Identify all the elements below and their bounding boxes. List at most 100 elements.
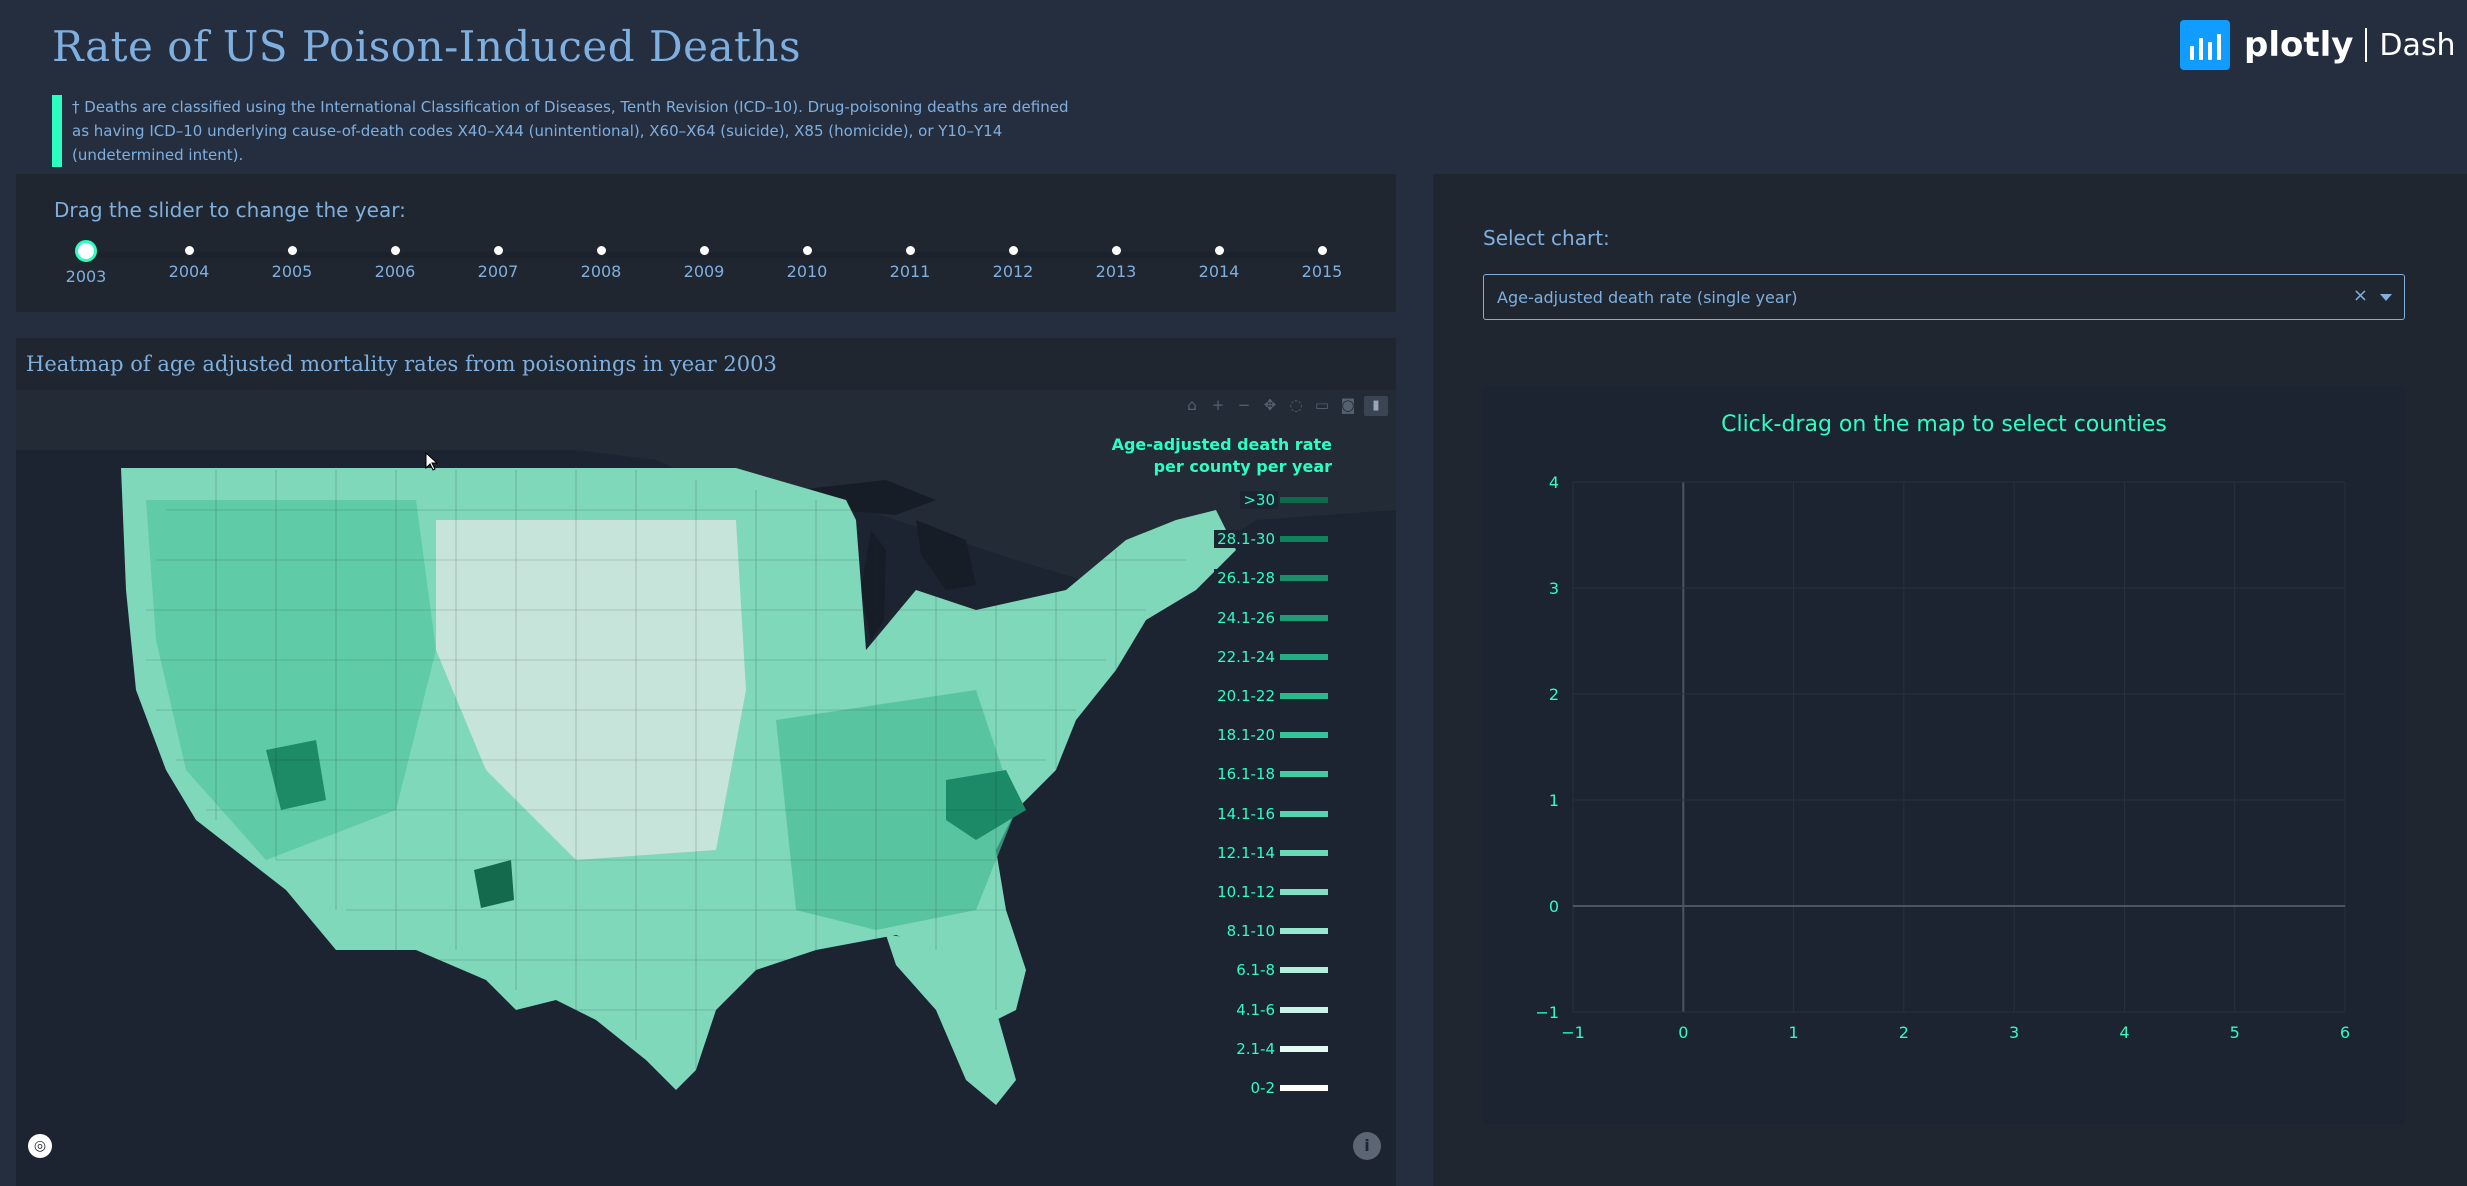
lasso-icon[interactable]: ◌ [1286, 396, 1306, 414]
slider-dot[interactable] [903, 244, 917, 257]
year-mark-2013[interactable]: 2013 [1076, 244, 1156, 281]
legend-item[interactable]: 4.1-6 [1233, 1000, 1328, 1020]
year-mark-2003[interactable]: 2003 [46, 240, 126, 286]
legend-item[interactable]: >30 [1240, 490, 1328, 510]
year-mark-2004[interactable]: 2004 [149, 244, 229, 281]
y-tick-label: 0 [1549, 897, 1559, 916]
legend-swatch [1280, 614, 1328, 621]
chart-select-dropdown[interactable]: Age-adjusted death rate (single year) × [1483, 274, 2405, 320]
year-label[interactable]: 2008 [561, 262, 641, 281]
chevron-down-icon[interactable] [2380, 294, 2392, 301]
legend-swatch [1280, 771, 1328, 778]
legend-label: 22.1-24 [1214, 647, 1278, 666]
legend-swatch [1280, 1045, 1328, 1052]
legend-item[interactable]: 22.1-24 [1214, 647, 1328, 667]
legend-item[interactable]: 24.1-26 [1214, 608, 1328, 628]
slider-dot[interactable] [1109, 244, 1123, 257]
slider-dot[interactable] [1212, 244, 1226, 257]
legend-item[interactable]: 18.1-20 [1214, 725, 1328, 745]
clear-icon[interactable]: × [2353, 285, 2368, 306]
logo-brand-text: plotly [2244, 25, 2354, 65]
y-tick-label: 2 [1549, 685, 1559, 704]
chart-select-value: Age-adjusted death rate (single year) [1497, 288, 1798, 307]
year-label[interactable]: 2009 [664, 262, 744, 281]
plotly-dash-logo[interactable]: plotly Dash [2180, 20, 2456, 70]
legend-item[interactable]: 6.1-8 [1233, 960, 1328, 980]
year-mark-2006[interactable]: 2006 [355, 244, 435, 281]
y-tick-label: 3 [1549, 579, 1559, 598]
pan-icon[interactable]: ✥ [1260, 396, 1280, 414]
year-label[interactable]: 2011 [870, 262, 950, 281]
legend-item[interactable]: 12.1-14 [1214, 843, 1328, 863]
chart-plot-area[interactable]: −1 0 1 2 3 4 5 6 −1 0 1 2 3 4 [1483, 386, 2405, 1124]
legend-label: 12.1-14 [1214, 843, 1278, 862]
year-mark-2011[interactable]: 2011 [870, 244, 950, 281]
logo-divider [2365, 28, 2368, 62]
legend-swatch [1280, 889, 1328, 895]
legend-swatch [1280, 575, 1328, 582]
legend-item[interactable]: 16.1-18 [1214, 764, 1328, 784]
legend-label: 24.1-26 [1214, 608, 1278, 627]
year-label[interactable]: 2006 [355, 262, 435, 281]
year-mark-2012[interactable]: 2012 [973, 244, 1053, 281]
year-label[interactable]: 2013 [1076, 262, 1156, 281]
zoom-in-icon[interactable]: + [1208, 396, 1228, 414]
year-label[interactable]: 2014 [1179, 262, 1259, 281]
slider-handle[interactable] [75, 240, 97, 262]
x-tick-label: 6 [2340, 1023, 2350, 1042]
legend-item[interactable]: 10.1-12 [1214, 882, 1328, 902]
legend-swatch [1280, 1085, 1328, 1091]
legend-item[interactable]: 14.1-16 [1214, 804, 1328, 824]
legend-label: >30 [1240, 491, 1278, 509]
year-label[interactable]: 2004 [149, 262, 229, 281]
year-mark-2015[interactable]: 2015 [1282, 244, 1362, 281]
year-mark-2008[interactable]: 2008 [561, 244, 641, 281]
legend-swatch [1280, 928, 1328, 935]
plotly-icon[interactable]: ▮ [1364, 396, 1388, 416]
camera-icon[interactable]: ◙ [1338, 396, 1358, 414]
slider-dot[interactable] [491, 244, 505, 257]
year-label[interactable]: 2010 [767, 262, 847, 281]
us-county-map[interactable] [16, 390, 1396, 1186]
home-icon[interactable]: ⌂ [1182, 396, 1202, 414]
slider-dot[interactable] [182, 244, 196, 257]
slider-dot[interactable] [388, 244, 402, 257]
selected-counties-chart[interactable]: Click-drag on the map to select counties… [1483, 386, 2405, 1124]
county-choropleth-map[interactable]: ⌂ + − ✥ ◌ ▭ ◙ ▮ Age-adjusted death rate per cou… [16, 390, 1396, 1186]
zoom-out-icon[interactable]: − [1234, 396, 1254, 414]
slider-dot[interactable] [1315, 244, 1329, 257]
lake-michigan [861, 530, 886, 640]
legend-item[interactable]: 20.1-22 [1214, 686, 1328, 706]
year-label[interactable]: 2007 [458, 262, 538, 281]
info-icon[interactable]: i [1353, 1132, 1381, 1160]
year-label[interactable]: 2003 [46, 267, 126, 286]
legend-item[interactable]: 0-2 [1247, 1078, 1328, 1098]
year-label[interactable]: 2012 [973, 262, 1053, 281]
year-label[interactable]: 2015 [1282, 262, 1362, 281]
legend-item[interactable]: 28.1-30 [1214, 529, 1328, 549]
dash-debug-icon[interactable]: ◎ [28, 1134, 52, 1158]
legend-item[interactable]: 2.1-4 [1233, 1039, 1328, 1059]
x-tick-label: 3 [2009, 1023, 2019, 1042]
slider-dot[interactable] [285, 244, 299, 257]
legend-swatch [1280, 693, 1328, 699]
chart-select-label: Select chart: [1483, 226, 1610, 250]
year-mark-2007[interactable]: 2007 [458, 244, 538, 281]
legend-label: 20.1-22 [1214, 687, 1278, 705]
legend-swatch [1280, 732, 1328, 739]
slider-dot[interactable] [1006, 244, 1020, 257]
legend-item[interactable]: 26.1-28 [1214, 568, 1328, 588]
year-mark-2010[interactable]: 2010 [767, 244, 847, 281]
legend-label: 26.1-28 [1214, 569, 1278, 588]
year-mark-2014[interactable]: 2014 [1179, 244, 1259, 281]
year-mark-2009[interactable]: 2009 [664, 244, 744, 281]
year-slider-panel: Drag the slider to change the year: 2003… [16, 174, 1396, 312]
slider-dot[interactable] [800, 244, 814, 257]
year-mark-2005[interactable]: 2005 [252, 244, 332, 281]
legend-item[interactable]: 8.1-10 [1223, 921, 1328, 941]
slider-dot[interactable] [697, 244, 711, 257]
box-select-icon[interactable]: ▭ [1312, 396, 1332, 414]
map-modebar: ⌂ + − ✥ ◌ ▭ ◙ ▮ [1182, 396, 1388, 416]
year-label[interactable]: 2005 [252, 262, 332, 281]
slider-dot[interactable] [594, 244, 608, 257]
